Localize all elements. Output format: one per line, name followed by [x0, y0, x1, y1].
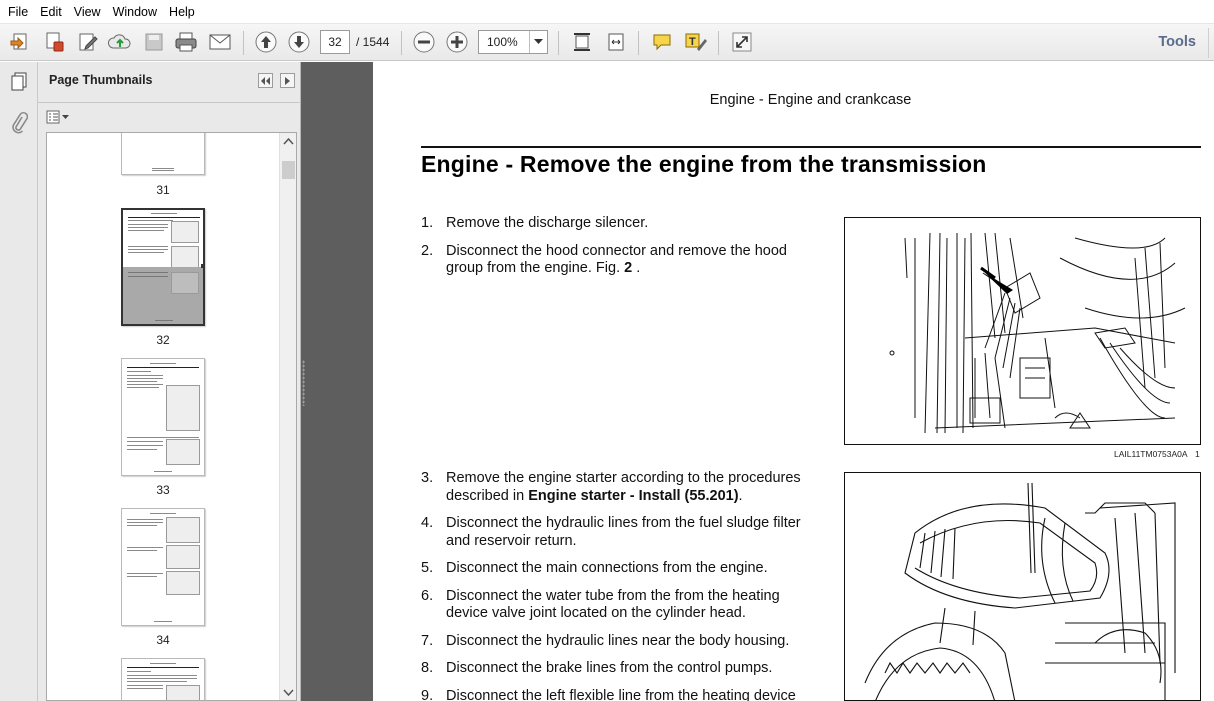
list-item: 2. Disconnect the hood connector and remo… — [421, 242, 787, 277]
expand-panel-icon[interactable] — [280, 73, 295, 88]
full-screen-icon[interactable] — [728, 28, 756, 56]
figure-hood-connector — [844, 217, 1201, 445]
thumbnail-page[interactable] — [121, 133, 205, 175]
fit-width-icon[interactable] — [602, 28, 630, 56]
menu-view[interactable]: View — [68, 0, 107, 24]
save-icon[interactable] — [140, 28, 168, 56]
page-number-input[interactable]: 32 — [320, 30, 350, 54]
print-icon[interactable] — [172, 28, 200, 56]
create-pdf-icon[interactable] — [6, 28, 34, 56]
thumbnail-page[interactable] — [121, 658, 205, 700]
menu-edit[interactable]: Edit — [34, 0, 68, 24]
scroll-up-icon[interactable] — [283, 138, 294, 145]
step-list-a: 1. Remove the discharge silencer. 2. Disco… — [421, 215, 816, 278]
thumbnail-page[interactable] — [121, 508, 205, 626]
zoom-in-icon[interactable] — [443, 28, 471, 56]
tractor-hood-illustration — [864, 482, 1176, 700]
zoom-out-icon[interactable] — [410, 28, 438, 56]
cross-reference-link[interactable]: Engine starter - Install (55.201) — [528, 488, 738, 504]
page-title: Engine - Remove the engine from the tran… — [421, 151, 987, 177]
thumbnail-scrollbar[interactable] — [279, 133, 296, 700]
list-item: 1. Remove the discharge silencer. — [421, 215, 649, 231]
scroll-down-icon[interactable] — [283, 689, 294, 696]
previous-page-icon[interactable] — [252, 28, 280, 56]
collapse-panel-icon[interactable] — [258, 73, 273, 88]
upload-cloud-icon[interactable] — [106, 28, 134, 56]
fit-page-icon[interactable] — [568, 28, 596, 56]
figure-hood-removal — [844, 472, 1201, 701]
figure-reference[interactable]: 2 — [624, 260, 632, 276]
page-total: / 1544 — [356, 35, 390, 49]
panel-title: Page Thumbnails — [49, 73, 153, 87]
chevron-down-icon[interactable] — [529, 31, 547, 53]
document-page: Engine - Engine and crankcase Engine - R… — [373, 62, 1214, 701]
next-page-icon[interactable] — [285, 28, 313, 56]
tools-button[interactable]: Tools — [1158, 24, 1196, 61]
edit-pdf-icon[interactable] — [74, 28, 102, 56]
figure-caption: LAIL11TM0753A0A — [1114, 449, 1188, 459]
attachments-icon[interactable] — [6, 110, 32, 136]
running-header: Engine - Engine and crankcase — [709, 92, 912, 108]
thumbnail-options-icon[interactable] — [46, 108, 74, 126]
thumbnail-list: 31 32 33 34 — [46, 132, 297, 701]
engine-connector-illustration — [889, 232, 1186, 434]
menu-help[interactable]: Help — [163, 0, 201, 24]
step-list-b: 3. Remove the engine starter according to… — [421, 470, 816, 701]
list-item: 5. Disconnect the main connections from t… — [421, 560, 768, 576]
thumbnail-page[interactable] — [121, 358, 205, 476]
toolbar: 32 / 1544 100% T Tools — [0, 24, 1214, 61]
list-item: 3. Remove the engine starter according to… — [421, 470, 801, 504]
scrollbar-thumb[interactable] — [282, 161, 295, 179]
list-item: 7. Disconnect the hydraulic lines near th… — [421, 632, 790, 649]
menu-bar: File Edit View Window Help — [0, 0, 1214, 24]
thumbnail-page-number: 33 — [156, 483, 170, 497]
thumbnail-page-selected[interactable] — [121, 208, 205, 326]
email-icon[interactable] — [206, 28, 234, 56]
navigation-rail — [0, 62, 38, 701]
menu-window[interactable]: Window — [107, 0, 163, 24]
zoom-value: 100% — [487, 35, 518, 49]
thumbnail-page-number: 32 — [156, 333, 170, 347]
figure-number: 1 — [1195, 449, 1200, 459]
thumbnail-page-number: 31 — [156, 183, 170, 197]
thumbnail-page-number: 34 — [156, 633, 170, 647]
thumbnails-panel: Page Thumbnails 31 32 33 34 — [38, 62, 301, 701]
zoom-select[interactable]: 100% — [478, 30, 548, 54]
document-background — [301, 62, 373, 701]
svg-text:T: T — [689, 36, 696, 48]
panel-splitter[interactable] — [302, 360, 305, 406]
title-rule — [421, 146, 1201, 148]
combine-files-icon[interactable] — [40, 28, 68, 56]
comment-icon[interactable] — [648, 28, 676, 56]
list-item: 8. Disconnect the brake lines from the co… — [421, 660, 773, 676]
list-item: 6. Disconnect the water tube from the fro… — [421, 587, 780, 622]
menu-file[interactable]: File — [2, 0, 34, 24]
highlight-text-icon[interactable]: T — [682, 28, 710, 56]
list-item: 4. Disconnect the hydraulic lines from th… — [421, 515, 801, 549]
page-thumbnails-icon[interactable] — [6, 69, 32, 95]
list-item: 9. Disconnect the left flexible line from… — [421, 687, 796, 701]
